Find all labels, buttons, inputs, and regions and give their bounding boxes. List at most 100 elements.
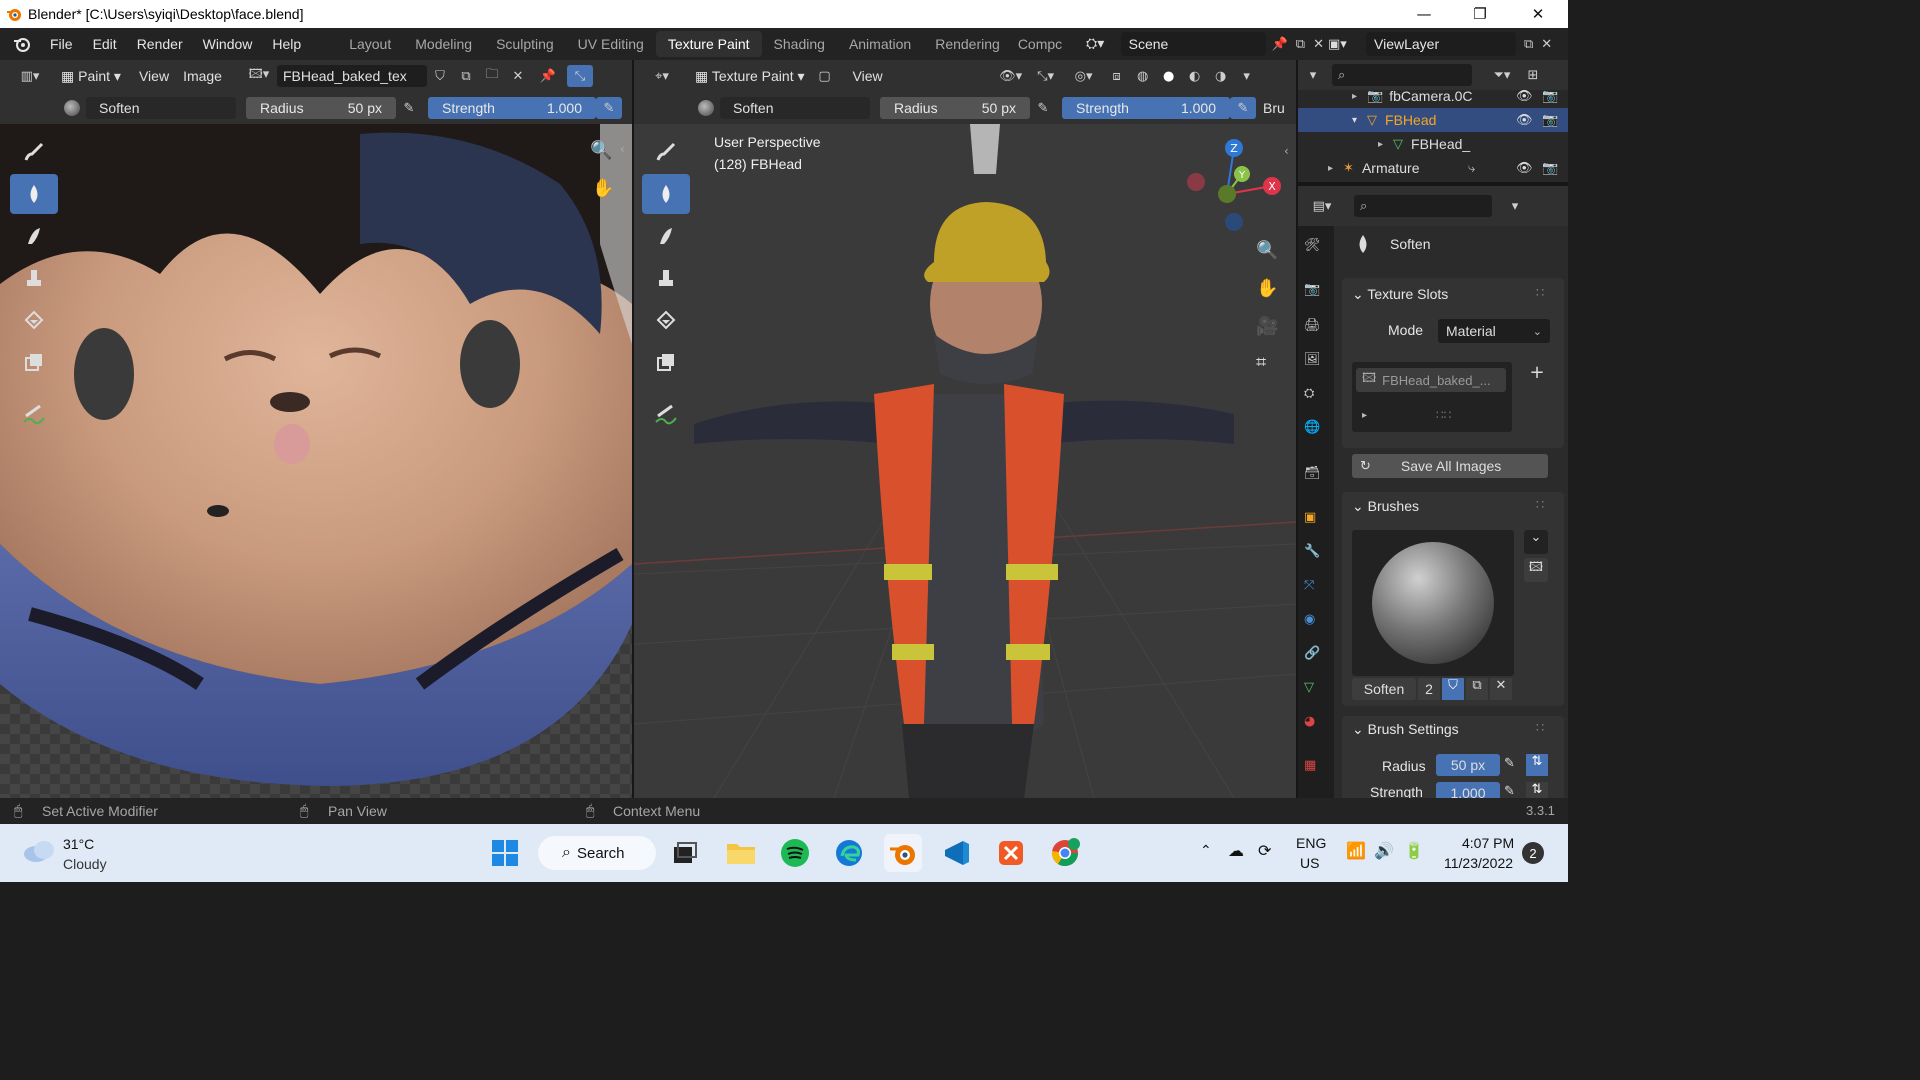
vp-fill-brush-icon[interactable] xyxy=(642,300,690,340)
pose-icon[interactable]: ⤷ xyxy=(1468,161,1475,176)
smear-brush-icon[interactable] xyxy=(10,216,58,256)
menu-edit[interactable]: Edit xyxy=(83,36,127,52)
view-layer-tab-icon[interactable]: 🖼 xyxy=(1304,352,1321,367)
expand-arrow-icon[interactable]: ▸ xyxy=(1328,163,1333,174)
wifi-icon[interactable]: 📶 xyxy=(1346,841,1366,861)
tab-texture-paint[interactable]: Texture Paint xyxy=(655,31,762,57)
zoom-icon[interactable]: 🔍 xyxy=(590,140,612,161)
menu-image[interactable]: Image xyxy=(176,68,229,84)
tool-tab-icon[interactable]: 🛠 xyxy=(1304,238,1321,253)
fake-user-shield-icon[interactable]: ⛉ xyxy=(427,65,453,87)
radius-pressure-icon[interactable]: ✎ xyxy=(1504,756,1515,771)
tab-compositing[interactable]: Compc xyxy=(1012,31,1068,57)
visibility-eye-icon[interactable]: 👁 xyxy=(1516,89,1533,104)
task-view-icon[interactable] xyxy=(666,834,704,872)
viewport-pan-icon[interactable]: ✋ xyxy=(1256,278,1278,299)
radius-slider[interactable]: Radius 50 px xyxy=(246,97,396,119)
collapse-arrow-icon[interactable]: ▾ xyxy=(1352,115,1357,126)
particles-tab-icon[interactable]: ⤧ xyxy=(1304,578,1314,593)
xray-icon[interactable]: ⧈ xyxy=(1104,65,1130,87)
brush-settings-header[interactable]: ⌄ Brush Settings xyxy=(1352,721,1459,738)
brush-image-icon[interactable]: 🖾 xyxy=(1524,558,1548,582)
tab-shading[interactable]: Shading xyxy=(762,31,837,57)
open-image-icon[interactable]: 🗀 xyxy=(479,65,505,87)
windows-start-icon[interactable] xyxy=(486,834,524,872)
fake-user-shield-icon[interactable]: ⛉ xyxy=(1442,678,1464,700)
soften-brush-icon[interactable] xyxy=(10,174,58,214)
render-camera-icon[interactable]: 📷 xyxy=(1542,89,1558,104)
vp-soften-brush-icon[interactable] xyxy=(642,174,690,214)
viewport-canvas[interactable]: User Perspective (128) FBHead Z X Y 🔍 ✋ … xyxy=(634,124,1296,798)
perspective-toggle-icon[interactable]: ⌗ xyxy=(1256,352,1266,373)
delete-view-layer-icon[interactable]: ✕ xyxy=(1541,37,1552,52)
tab-sculpting[interactable]: Sculpting xyxy=(484,31,566,57)
physics-tab-icon[interactable]: ◉ xyxy=(1304,612,1315,627)
language-indicator-top[interactable]: ENG xyxy=(1296,835,1326,851)
add-slot-button[interactable]: + xyxy=(1524,362,1550,386)
texture-slot-item[interactable]: 🖾 FBHead_baked_... xyxy=(1356,368,1506,392)
file-explorer-icon[interactable] xyxy=(722,834,760,872)
vscode-icon[interactable] xyxy=(938,834,976,872)
pan-hand-icon[interactable]: ✋ xyxy=(592,178,614,199)
uv-sync-icon[interactable]: ⤡ xyxy=(566,65,593,87)
fill-brush-icon[interactable] xyxy=(10,300,58,340)
weather-desc[interactable]: Cloudy xyxy=(63,856,107,872)
constraints-tab-icon[interactable]: 🔗 xyxy=(1304,646,1320,661)
tab-modeling[interactable]: Modeling xyxy=(403,31,484,57)
camera-view-icon[interactable]: 🎥 xyxy=(1256,316,1278,337)
brushes-header[interactable]: ⌄ Brushes xyxy=(1352,498,1419,515)
texture-slots-header[interactable]: ⌄ Texture Slots xyxy=(1352,286,1448,303)
viewport-sidebar-toggle-icon[interactable]: ‹ xyxy=(1284,144,1289,158)
clone-brush-icon[interactable] xyxy=(10,258,58,298)
view-layer-name-field[interactable]: ViewLayer xyxy=(1366,32,1516,56)
blender-taskbar-icon[interactable] xyxy=(884,834,922,872)
clock-time[interactable]: 4:07 PM xyxy=(1462,835,1514,851)
expand-arrow-icon[interactable]: ▸ xyxy=(1378,139,1383,150)
collection-tab-icon[interactable]: 🗃 xyxy=(1304,466,1321,481)
texture-tab-icon[interactable]: ▦ xyxy=(1304,758,1316,773)
language-indicator-bottom[interactable]: US xyxy=(1300,855,1319,871)
scene-selector[interactable]: ⛭▾ Scene 📌 ⧉ ✕ xyxy=(1086,32,1324,56)
viewport-editor-type-icon[interactable]: ⌖▾ xyxy=(644,65,680,87)
chrome-icon[interactable] xyxy=(1046,834,1084,872)
viewport-zoom-icon[interactable]: 🔍 xyxy=(1256,240,1278,261)
outliner-search-field[interactable]: ⌕ xyxy=(1332,64,1472,86)
new-view-layer-icon[interactable]: ⧉ xyxy=(1524,37,1533,52)
unlink-image-icon[interactable]: ✕ xyxy=(505,65,531,87)
material-shading-icon[interactable]: ◐ xyxy=(1182,65,1208,87)
brush-name-field[interactable]: Soften xyxy=(1352,678,1416,700)
postman-like-app-icon[interactable] xyxy=(992,834,1030,872)
modifier-tab-icon[interactable]: 🔧 xyxy=(1304,544,1320,559)
outliner-row[interactable]: ▸ ✶ Armature ⤷ 👁 📷 xyxy=(1298,156,1568,180)
vp-mask-brush-icon[interactable] xyxy=(642,342,690,382)
wireframe-shading-icon[interactable]: ◍ xyxy=(1130,65,1156,87)
render-camera-icon[interactable]: 📷 xyxy=(1542,113,1558,128)
edge-browser-icon[interactable] xyxy=(830,834,868,872)
weather-temp[interactable]: 31°C xyxy=(63,836,94,852)
render-camera-icon[interactable]: 📷 xyxy=(1542,161,1558,176)
menu-view-image-editor[interactable]: View xyxy=(132,68,176,84)
pin-icon[interactable]: 📌 xyxy=(1272,37,1288,52)
blender-menu-icon[interactable] xyxy=(12,34,32,54)
radius-unit-icon[interactable]: ⇅ xyxy=(1526,754,1548,776)
strength-unit-icon[interactable]: ⇅ xyxy=(1526,782,1548,798)
unlink-brush-icon[interactable]: ✕ xyxy=(1490,678,1512,700)
draw-brush-icon[interactable] xyxy=(10,132,58,172)
strength-slider[interactable]: Strength 1.000 xyxy=(428,97,596,119)
viewport-brush-selector[interactable]: Soften xyxy=(720,97,870,119)
overlays-icon[interactable]: ◎▾ xyxy=(1064,65,1104,87)
menu-file[interactable]: File xyxy=(40,36,83,52)
drag-handle-icon[interactable]: ∷ xyxy=(1536,286,1544,301)
taskbar-search-button[interactable]: ⌕ Search xyxy=(538,836,656,870)
brush-strength-field[interactable]: 1.000 xyxy=(1436,782,1500,798)
save-all-images-button[interactable]: ↻ Save All Images xyxy=(1352,454,1548,478)
mode-dropdown[interactable]: Material ⌄ xyxy=(1438,319,1550,343)
output-tab-icon[interactable]: 🖨 xyxy=(1304,318,1321,333)
tab-layout[interactable]: Layout xyxy=(337,31,403,57)
show-hidden-icons-chevron[interactable]: ⌃ xyxy=(1200,842,1212,859)
shading-options-icon[interactable]: ▾ xyxy=(1234,65,1260,87)
brush-radius-field[interactable]: 50 px xyxy=(1436,754,1500,776)
tab-animation[interactable]: Animation xyxy=(837,31,923,57)
world-tab-icon[interactable]: 🌐 xyxy=(1304,420,1320,435)
outliner-row[interactable]: ▸ 📷 fbCamera.0C 👁 📷 xyxy=(1298,84,1568,108)
